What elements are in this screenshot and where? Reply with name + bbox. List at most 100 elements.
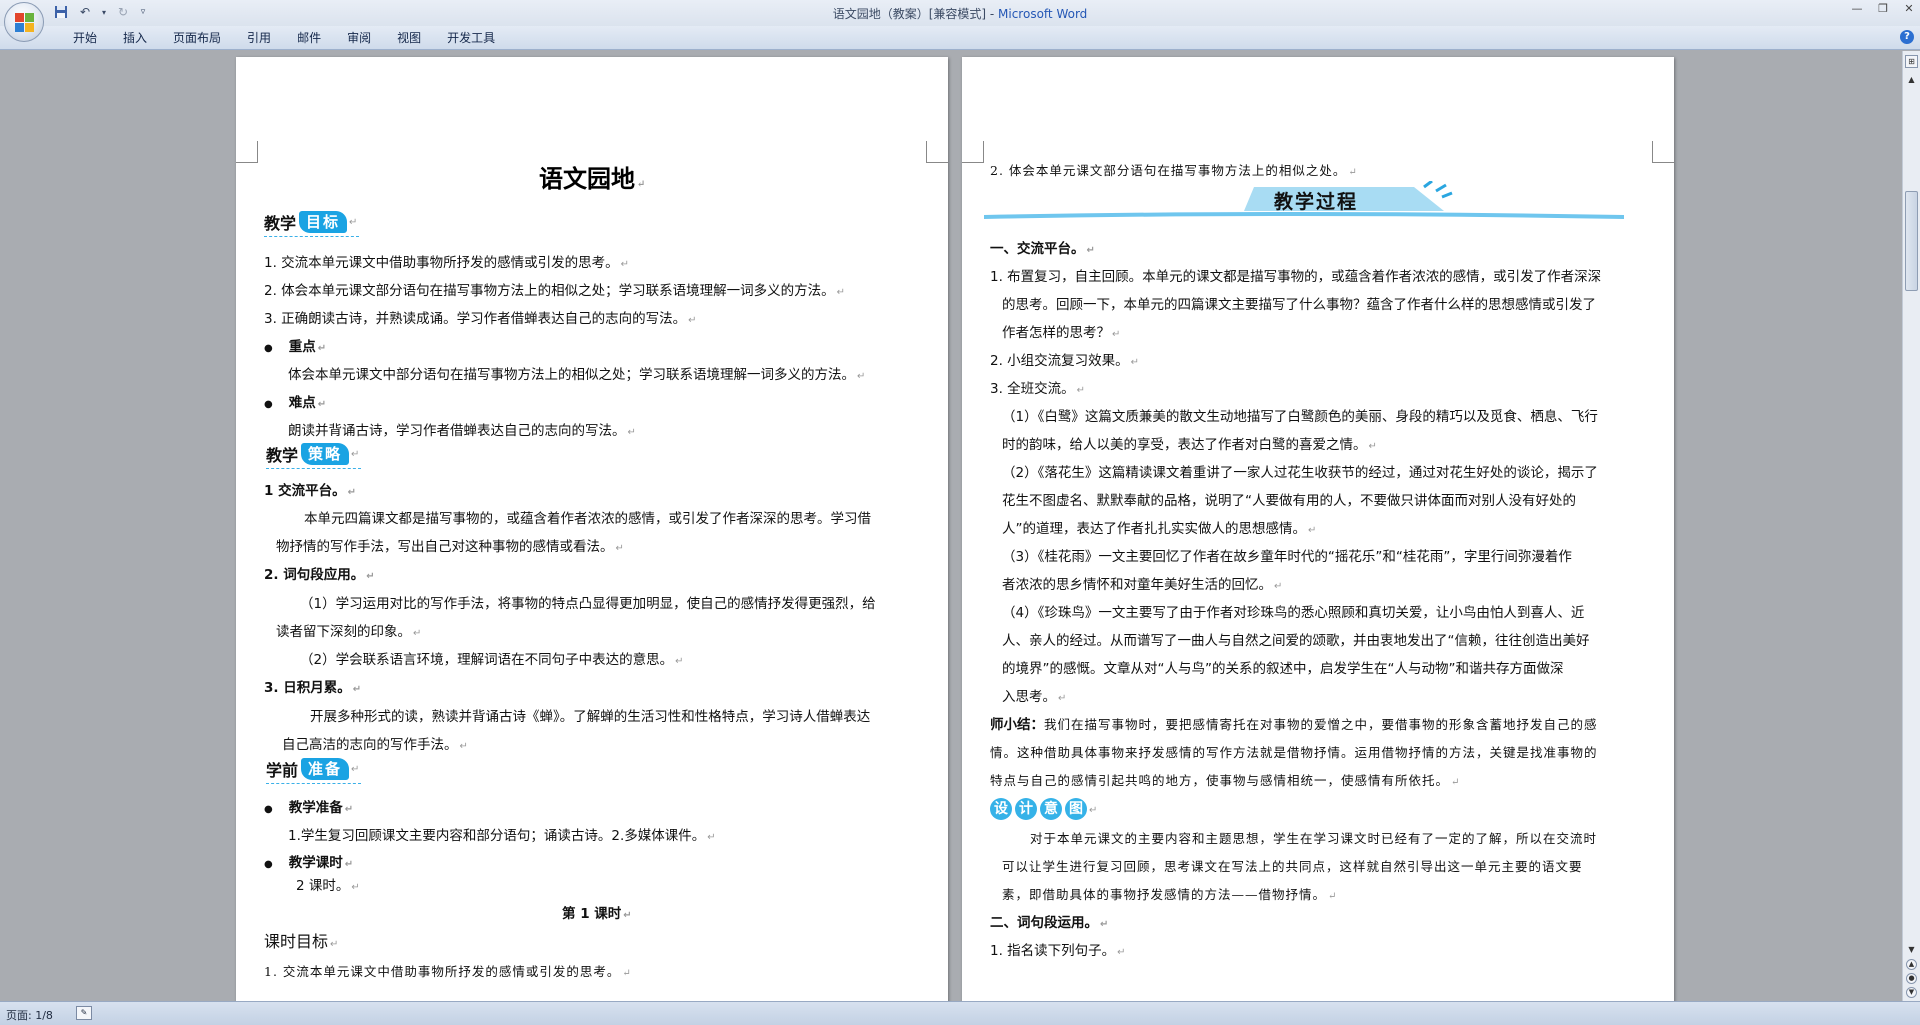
section-teaching-strategy: 教学 策略 ↵ xyxy=(266,441,361,469)
section-label: 学前 xyxy=(266,761,299,780)
review-item-1: （1）《白鹭》这篇文质兼美的散文生动地描写了白鹭颜色的美丽、身段的精巧以及觅食、… xyxy=(1002,409,1598,425)
review-item-4-cont: 人、亲人的经过。从而谱写了一曲人与自然之间爱的颂歌，并由衷地发出了“信赖，往往创… xyxy=(1002,633,1590,649)
process-1-1: 1. 布置复习，自主回顾。本单元的课文都是描写事物的，或蕴含着作者浓浓的感情，或… xyxy=(990,269,1602,285)
teaching-process-banner: 教学过程 xyxy=(984,179,1654,225)
minimize-icon[interactable]: — xyxy=(1850,2,1864,16)
review-item-2: （2）《落花生》这篇精读课文着重讲了一家人过花生收获节的经过，通过对花生好处的谈… xyxy=(1002,465,1598,481)
document-workspace: 语文园地 ↵ 教学 目标 ↵ 1. 交流本单元课文中借助事物所抒发的感情或引发的思考。… xyxy=(0,51,1902,1001)
goal-1: 1. 交流本单元课文中借助事物所抒发的感情或引发的思考。 ↵ xyxy=(264,255,630,271)
review-item-4: （4）《珍珠鸟》一文主要写了由于作者对珍珠鸟的悉心照顾和真切关爱，让小鸟由怕人到… xyxy=(1002,605,1585,621)
strategy-2-heading: 2. 词句段应用。 ↵ xyxy=(264,567,375,583)
process-1-3: 3. 全班交流。 ↵ xyxy=(990,381,1086,397)
tab-developer[interactable]: 开发工具 xyxy=(434,29,508,47)
section-tag: 策略 xyxy=(301,443,350,465)
tab-page-layout[interactable]: 页面布局 xyxy=(160,29,234,47)
app-name: Microsoft Word xyxy=(998,7,1088,21)
crop-mark xyxy=(962,141,984,163)
restore-icon[interactable]: ❐ xyxy=(1876,2,1890,16)
page-title: 语文园地 ↵ xyxy=(539,164,646,193)
ribbon-tabs: 开始 插入 页面布局 引用 邮件 审阅 视图 开发工具 xyxy=(60,29,508,47)
tab-view[interactable]: 视图 xyxy=(384,29,434,47)
proofing-icon[interactable]: ✎ xyxy=(76,1006,92,1020)
document-page-1[interactable]: 语文园地 ↵ 教学 目标 ↵ 1. 交流本单元课文中借助事物所抒发的感情或引发的思考。… xyxy=(236,57,948,1001)
document-page-2[interactable]: 2. 体会本单元课文部分语句在描写事物方法上的相似之处。 ↵ 教学过程 一、交流平… xyxy=(962,57,1674,1001)
browse-object-icon[interactable]: ● xyxy=(1906,973,1917,984)
strategy-3-heading: 3. 日积月累。 ↵ xyxy=(264,680,362,696)
document-title: 语文园地（教案）[兼容模式] - xyxy=(832,7,999,21)
lesson-goal-heading: 课时目标 ↵ xyxy=(264,932,339,951)
review-item-2-cont: 花生不图虚名、默默奉献的品格，说明了“人要做有用的人，不要做只讲体面而对别人没有… xyxy=(1002,493,1576,509)
tab-review[interactable]: 审阅 xyxy=(334,29,384,47)
review-item-3: （3）《桂花雨》一文主要回忆了作者在故乡童年时代的“摇花乐”和“桂花雨”，字里行… xyxy=(1002,549,1572,565)
section-tag: 目标 xyxy=(299,211,348,233)
tab-insert[interactable]: 插入 xyxy=(110,29,160,47)
teacher-summary-cont: 情。这种借助具体事物来抒发感情的写作方法就是借物抒情。运用借物抒情的方法，关键是… xyxy=(990,745,1598,760)
lesson-1-heading: 第 1 课时 ↵ xyxy=(562,906,632,922)
strategy-1-text-cont: 物抒情的写作手法，写出自己对这种事物的感情或看法。 ↵ xyxy=(276,539,624,555)
window-controls: — ❐ ✕ xyxy=(1850,2,1916,16)
strategy-2-item-1: （1）学习运用对比的写作手法，将事物的特点凸显得更加明显，使自己的感情抒发得更强… xyxy=(300,596,876,612)
office-logo-icon xyxy=(15,13,34,32)
tab-home[interactable]: 开始 xyxy=(60,29,110,47)
scroll-up-icon[interactable]: ▲ xyxy=(1905,73,1918,86)
office-button[interactable] xyxy=(4,2,44,42)
strategy-2-item-2: （2）学会联系语言环境，理解词语在不同句子中表达的意思。 ↵ xyxy=(300,652,684,668)
review-item-1-cont: 时的韵味，给人以美的享受，表达了作者对白鹭的喜爱之情。 ↵ xyxy=(1002,437,1377,453)
review-item-4-cont2: 的境界”的感慨。文章从对“人与鸟”的关系的叙述中，启发学生在“人与动物”和谐共存… xyxy=(1002,661,1564,677)
scroll-down-icon[interactable]: ▼ xyxy=(1905,943,1918,956)
design-intent-badge: 设 计 意 图 ↵ xyxy=(990,795,1097,825)
prep-text: 1.学生复习回顾课文主要内容和部分语句；诵读古诗。2.多媒体课件。 ↵ xyxy=(288,828,716,844)
goal-2: 2. 体会本单元课文部分语句在描写事物方法上的相似之处；学习联系语境理解一词多义… xyxy=(264,283,846,299)
design-char: 意 xyxy=(1040,798,1062,820)
strategy-1-heading: 1 交流平台。 ↵ xyxy=(264,483,356,499)
process-1-2: 2. 小组交流复习效果。 ↵ xyxy=(990,353,1140,369)
banner-title: 教学过程 xyxy=(1274,191,1359,213)
goal-3: 3. 正确朗读古诗，并熟读成诵。学习作者借蝉表达自己的志向的写法。 ↵ xyxy=(264,311,697,327)
design-intent-text-cont2: 素，即借助具体的事物抒发感情的方法——借物抒情。 ↵ xyxy=(1002,887,1338,902)
title-bar: ↶ ▾ ↻ ▿ 语文园地（教案）[兼容模式] - Microsoft Word … xyxy=(0,0,1920,26)
close-icon[interactable]: ✕ xyxy=(1902,2,1916,16)
section-pre-class-prep: 学前 准备 ↵ xyxy=(266,756,361,784)
process-1-1-cont: 的思考。回顾一下，本单元的四篇课文主要描写了什么事物？蕴含了作者什么样的思想感情… xyxy=(1002,297,1596,313)
section-teaching-goal: 教学 目标 ↵ xyxy=(264,209,359,237)
scroll-thumb[interactable] xyxy=(1905,191,1918,291)
strategy-2-item-1-cont: 读者留下深刻的印象。 ↵ xyxy=(276,624,422,640)
process-2-1: 1. 指名读下列句子。 ↵ xyxy=(990,943,1126,959)
ribbon-tab-bar: 开始 插入 页面布局 引用 邮件 审阅 视图 开发工具 ? xyxy=(0,26,1920,50)
review-item-4-cont3: 入思考。 ↵ xyxy=(1002,689,1067,705)
process-heading-1: 一、交流平台。 ↵ xyxy=(990,241,1095,257)
key-point-text: 体会本单元课文中部分语句在描写事物方法上的相似之处；学习联系语境理解一词多义的方… xyxy=(288,367,866,383)
design-char: 图 xyxy=(1065,798,1087,820)
review-item-2-cont2: 人”的道理，表达了作者扎扎实实做人的思想感情。 ↵ xyxy=(1002,521,1317,537)
design-char: 设 xyxy=(990,798,1012,820)
lesson-goal-1: 1. 交流本单元课文中借助事物所抒发的感情或引发的思考。 ↵ xyxy=(264,964,632,979)
status-bar: 页面: 1/8 ✎ xyxy=(0,1001,1920,1025)
tab-references[interactable]: 引用 xyxy=(234,29,284,47)
crop-mark xyxy=(236,141,258,163)
help-icon[interactable]: ? xyxy=(1900,30,1914,44)
window-title: 语文园地（教案）[兼容模式] - Microsoft Word xyxy=(0,5,1920,22)
design-char: 计 xyxy=(1015,798,1037,820)
view-ruler-icon[interactable]: ⊞ xyxy=(1905,55,1918,68)
section-label: 教学 xyxy=(266,446,299,465)
strategy-3-text: 开展多种形式的读，熟读并背诵古诗《蝉》。了解蝉的生活习性和性格特点，学习诗人借蝉… xyxy=(310,709,871,725)
hours-text: 2 课时。 ↵ xyxy=(296,878,360,894)
section-tag: 准备 xyxy=(301,758,350,780)
page-count[interactable]: 页面: 1/8 xyxy=(6,1007,53,1023)
prep-label: ● 教学准备 ↵ xyxy=(264,800,354,816)
crop-mark xyxy=(1652,141,1674,163)
teacher-summary: 师小结：我们在描写事物时，要把感情寄托在对事物的爱憎之中，要借事物的形象含蓄地抒… xyxy=(990,717,1598,733)
design-intent-text: 对于本单元课文的主要内容和主题思想，学生在学习课文时已经有了一定的了解，所以在交… xyxy=(1030,831,1598,846)
process-1-1-cont2: 作者怎样的思考？ ↵ xyxy=(1002,325,1121,341)
next-page-icon[interactable]: ▼ xyxy=(1906,987,1917,998)
vertical-scrollbar[interactable]: ⊞ ▲ ▼ ▲ ● ▼ xyxy=(1902,51,1920,1001)
tab-mailings[interactable]: 邮件 xyxy=(284,29,334,47)
section-label: 教学 xyxy=(264,214,297,233)
difficulty-label: ● 难点 ↵ xyxy=(264,395,327,411)
teacher-summary-cont2: 特点与自己的感情引起共鸣的地方，使事物与感情相统一，使感情有所依托。 ↵ xyxy=(990,773,1461,788)
key-point-label: ● 重点 ↵ xyxy=(264,339,327,355)
previous-page-icon[interactable]: ▲ xyxy=(1906,959,1917,970)
review-item-3-cont: 者浓浓的思乡情怀和对童年美好生活的回忆。 ↵ xyxy=(1002,577,1283,593)
process-heading-2: 二、词句段运用。 ↵ xyxy=(990,915,1109,931)
design-intent-text-cont: 可以让学生进行复习回顾，思考课文在写法上的共同点，这样就自然引导出这一单元主要的… xyxy=(1002,859,1583,874)
